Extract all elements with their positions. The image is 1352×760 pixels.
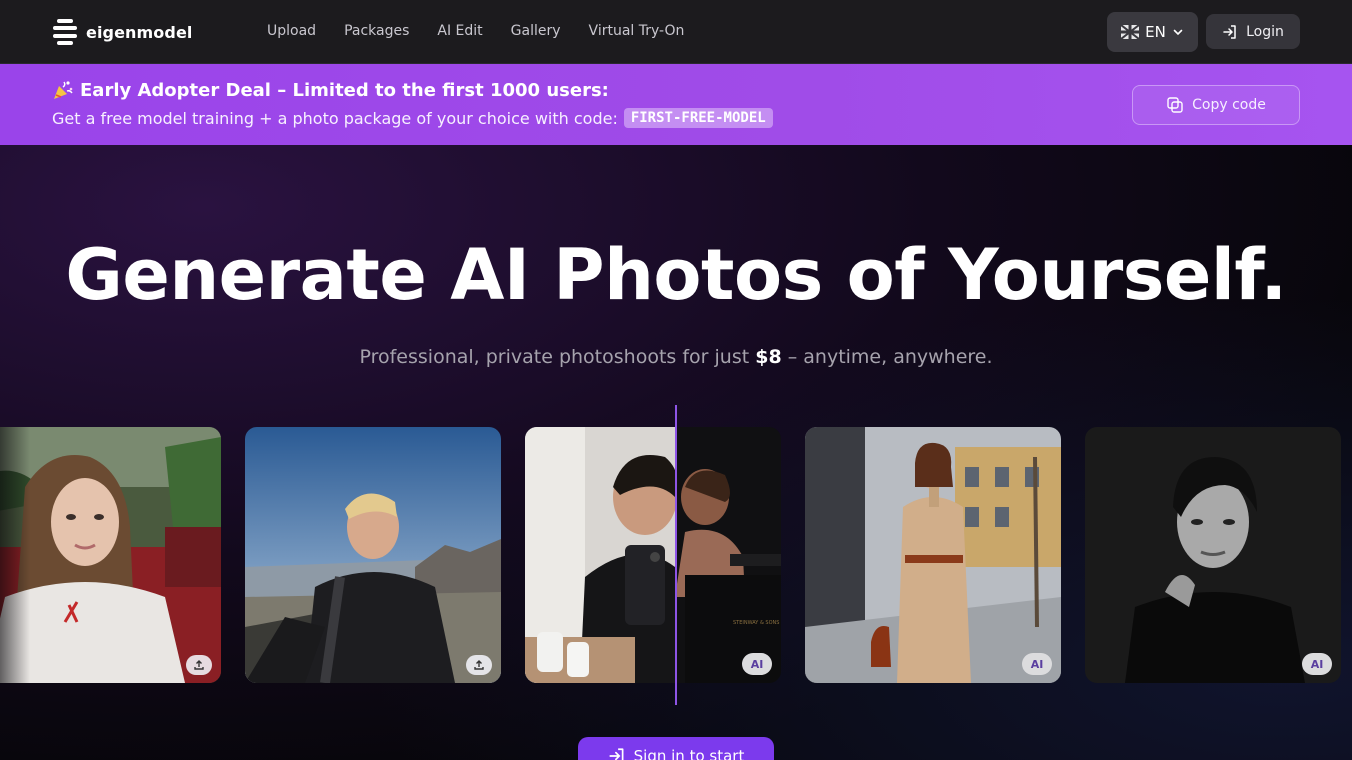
gallery-photo-upload-1	[0, 427, 221, 683]
copy-code-label: Copy code	[1192, 97, 1266, 113]
party-popper-icon	[54, 81, 73, 99]
cta-label: Sign in to start	[633, 747, 745, 760]
gallery-compare-card[interactable]: STEINWAY & SONS AI	[525, 427, 781, 683]
ai-badge: AI	[742, 653, 772, 675]
photo-man-mountain	[245, 427, 501, 683]
nav-link-upload[interactable]: Upload	[267, 23, 316, 39]
login-label: Login	[1246, 23, 1284, 40]
photo-woman-selfie	[0, 427, 221, 683]
nav-link-packages[interactable]: Packages	[344, 23, 409, 39]
upload-badge	[466, 655, 492, 675]
promo-subtitle-text: Get a free model training + a photo pack…	[52, 108, 618, 128]
chevron-down-icon	[1173, 29, 1183, 36]
nav-link-ai-edit[interactable]: AI Edit	[437, 23, 482, 39]
piano-watermark: STEINWAY & SONS	[733, 620, 779, 626]
nav-link-gallery[interactable]: Gallery	[511, 23, 561, 39]
hero-sub-prefix: Professional, private photoshoots for ju…	[359, 346, 750, 368]
photo-bw-portrait	[1085, 427, 1341, 683]
gallery-photo-ai-1: AI	[805, 427, 1061, 683]
ai-badge: AI	[1302, 653, 1332, 675]
hero-sub-suffix: – anytime, anywhere.	[787, 346, 993, 368]
promo-code[interactable]: FIRST-FREE-MODEL	[623, 108, 773, 128]
language-selector[interactable]: EN	[1107, 12, 1198, 52]
compare-slider-handle[interactable]	[675, 405, 677, 705]
ai-badge: AI	[1022, 653, 1052, 675]
language-code: EN	[1145, 23, 1166, 41]
sign-in-to-start-button[interactable]: Sign in to start	[578, 737, 774, 760]
hero-subheadline: Professional, private photoshoots for ju…	[0, 346, 1352, 368]
upload-icon	[474, 660, 484, 670]
promo-subtitle: Get a free model training + a photo pack…	[52, 108, 773, 128]
nav-link-virtual-try-on[interactable]: Virtual Try-On	[589, 23, 685, 39]
eigenmodel-logo-icon	[53, 19, 77, 45]
photo-compare-selfie: STEINWAY & SONS	[525, 427, 781, 683]
uk-flag-icon	[1121, 25, 1140, 39]
nav-links: Upload Packages AI Edit Gallery Virtual …	[267, 23, 684, 39]
login-button[interactable]: Login	[1206, 14, 1300, 49]
brand-name: eigenmodel	[86, 22, 193, 42]
login-icon	[609, 748, 624, 760]
gallery-photo-ai-2: AI	[1085, 427, 1341, 683]
photo-woman-coat	[805, 427, 1061, 683]
hero-headline: Generate AI Photos of Yourself.	[65, 234, 1287, 316]
upload-icon	[194, 660, 204, 670]
login-icon	[1223, 24, 1236, 39]
hero-price: $8	[755, 346, 782, 368]
copy-code-button[interactable]: Copy code	[1132, 85, 1300, 125]
promo-title: Early Adopter Deal – Limited to the firs…	[52, 79, 609, 101]
copy-icon	[1167, 97, 1183, 113]
promo-title-text: Early Adopter Deal – Limited to the firs…	[80, 79, 609, 101]
gallery-fade-left	[0, 427, 30, 683]
brand-logo[interactable]: eigenmodel	[53, 19, 192, 45]
gallery-photo-upload-2	[245, 427, 501, 683]
upload-badge	[186, 655, 212, 675]
